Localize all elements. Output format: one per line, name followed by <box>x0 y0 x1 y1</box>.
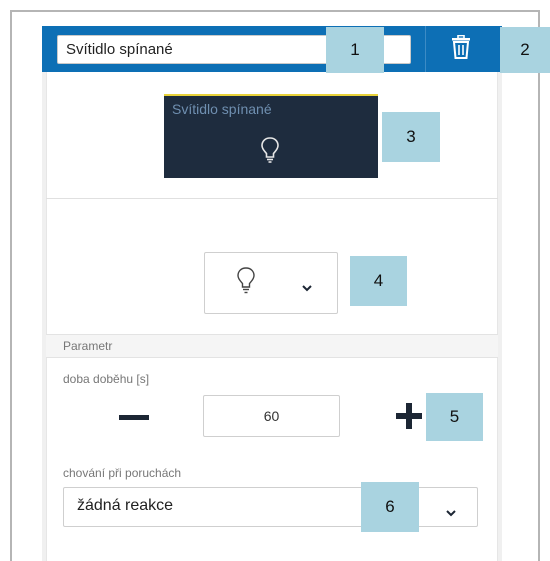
section-divider <box>46 198 498 199</box>
lightbulb-icon <box>260 136 280 164</box>
increment-button[interactable] <box>396 403 422 429</box>
callout-3: 3 <box>382 112 440 162</box>
callout-6: 6 <box>361 482 419 532</box>
callout-1: 1 <box>326 27 384 73</box>
runtime-value-input[interactable] <box>203 395 340 437</box>
chevron-down-icon[interactable] <box>302 279 312 292</box>
callout-2: 2 <box>500 27 550 73</box>
lightbulb-icon <box>236 266 256 296</box>
callout-5: 5 <box>426 393 483 441</box>
section-label: Parametr <box>63 339 113 353</box>
fault-behavior-label: chování při poruchách <box>63 466 182 480</box>
tile-title: Svítidlo spínané <box>172 101 272 117</box>
callout-4: 4 <box>350 256 407 306</box>
trash-icon[interactable] <box>450 34 472 59</box>
runtime-label: doba doběhu [s] <box>63 372 150 386</box>
icon-selector[interactable] <box>204 252 338 314</box>
minus-icon <box>119 415 149 420</box>
chevron-down-icon[interactable] <box>446 504 456 517</box>
fault-behavior-value: žádná reakce <box>77 497 174 514</box>
header-separator <box>425 26 426 72</box>
parameters-section-header <box>46 334 498 358</box>
